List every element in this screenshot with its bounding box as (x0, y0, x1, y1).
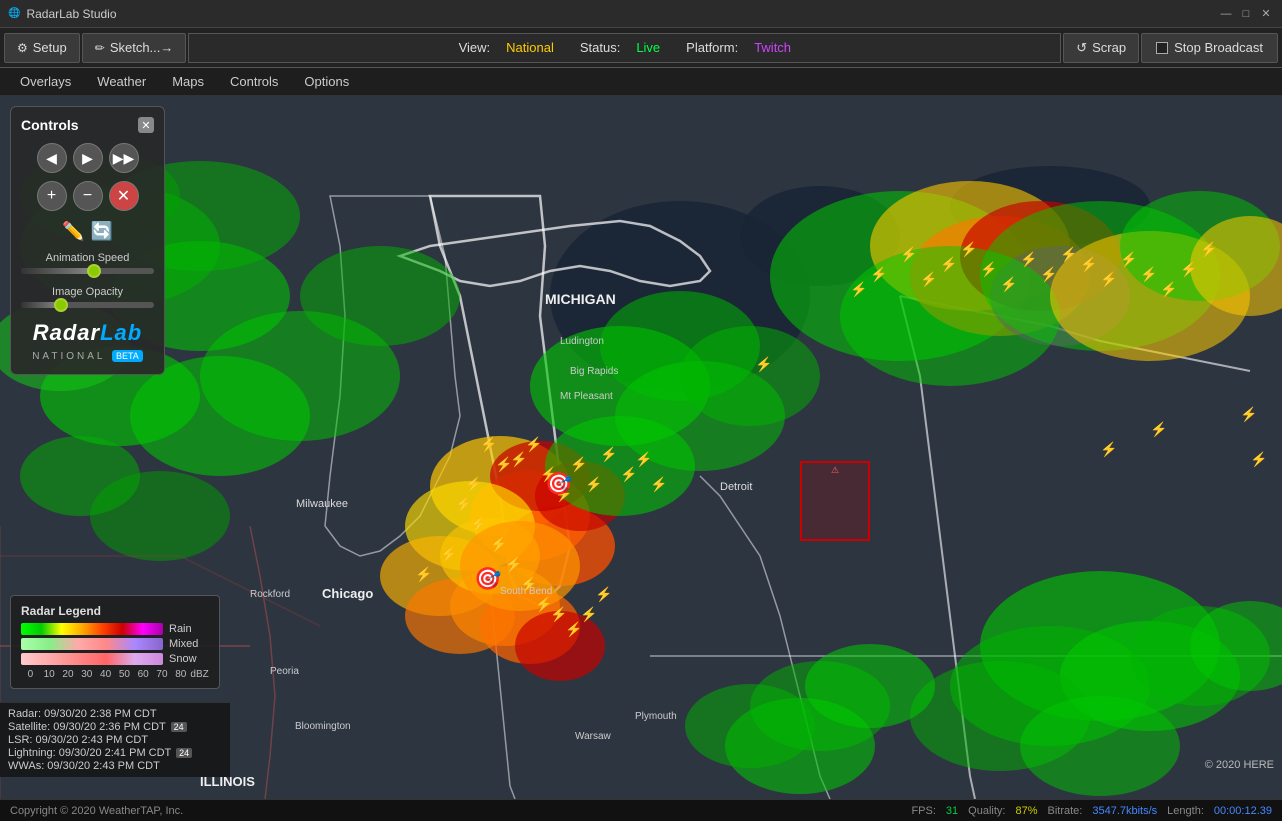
sketch-button[interactable]: ✏ Sketch...→ (82, 33, 187, 63)
platform-label: Platform: (686, 40, 738, 55)
play-button[interactable]: ▶ (73, 143, 103, 173)
fps-label: FPS: (911, 805, 935, 817)
opacity-thumb[interactable] (54, 298, 68, 312)
warning-box: ⚠ (800, 461, 870, 541)
map-background[interactable]: ⚡ ⚡ ⚡ ⚡ ⚡ ⚡ ⚡ ⚡ ⚡ ⚡ ⚡ ⚡ ⚡ ⚡ ⚡ ⚡ ⚡ ⚡ ⚡ ⚡ … (0, 96, 1282, 799)
stop-broadcast-button[interactable]: Stop Broadcast (1141, 33, 1278, 63)
logo-radar-text: Radar (33, 320, 100, 345)
logo-beta-badge: BETA (112, 350, 143, 362)
legend-rain-row: Rain (21, 623, 209, 635)
legend-title: Radar Legend (21, 604, 209, 618)
view-value: National (506, 40, 554, 55)
speed-thumb[interactable] (87, 264, 101, 278)
mixed-label: Mixed (169, 638, 209, 650)
radar-legend: Radar Legend Rain Mixed Snow 0 10 20 30 … (10, 595, 220, 689)
lightning-timestamp: Lightning: 09/30/20 2:41 PM CDT 24 (8, 747, 222, 759)
menu-overlays[interactable]: Overlays (8, 71, 83, 92)
rain-bar (21, 623, 163, 635)
app-title: RadarLab Studio (26, 7, 116, 21)
toolbar-info: View: National Status: Live Platform: Tw… (188, 33, 1061, 63)
title-bar-left: 🌐 RadarLab Studio (8, 7, 117, 21)
legend-mixed-row: Mixed (21, 638, 209, 650)
radar-timestamp: Radar: 09/30/20 2:38 PM CDT (8, 708, 222, 720)
close-button[interactable]: ✕ (1258, 6, 1274, 22)
bottom-bar: Copyright © 2020 WeatherTAP, Inc. FPS: 3… (0, 799, 1282, 821)
gear-icon: ⚙ (17, 41, 28, 55)
minimize-button[interactable]: — (1218, 6, 1234, 22)
zoom-reset-button[interactable]: ✕ (109, 181, 139, 211)
speed-slider[interactable] (21, 268, 154, 274)
menu-options[interactable]: Options (292, 71, 361, 92)
wwas-timestamp: WWAs: 09/30/20 2:43 PM CDT (8, 760, 222, 772)
prev-frame-button[interactable]: ◀ (37, 143, 67, 173)
rain-label: Rain (169, 623, 209, 635)
bitrate-label: Bitrate: (1047, 805, 1082, 817)
setup-button[interactable]: ⚙ Setup (4, 33, 80, 63)
maximize-button[interactable]: □ (1238, 6, 1254, 22)
legend-snow-row: Snow (21, 653, 209, 665)
title-bar-controls: — □ ✕ (1218, 6, 1274, 22)
legend-scale: 0 10 20 30 40 50 60 70 80 dBZ (21, 669, 209, 680)
zoom-controls: + − ✕ (21, 181, 154, 211)
scrap-button[interactable]: ↺ Scrap (1063, 33, 1139, 63)
opacity-slider[interactable] (21, 302, 154, 308)
snow-label: Snow (169, 653, 209, 665)
title-bar: 🌐 RadarLab Studio — □ ✕ (0, 0, 1282, 28)
status-value: Live (636, 40, 660, 55)
playback-controls: ◀ ▶ ▶▶ (21, 143, 154, 173)
snow-bar (21, 653, 163, 665)
logo-national-text: NATIONAL (32, 351, 105, 362)
status-label: Status: (580, 40, 620, 55)
platform-value: Twitch (754, 40, 791, 55)
pencil-icon[interactable]: ✏️ (62, 221, 84, 242)
pencil-icon: ✏ (95, 41, 105, 55)
main-content: ⚡ ⚡ ⚡ ⚡ ⚡ ⚡ ⚡ ⚡ ⚡ ⚡ ⚡ ⚡ ⚡ ⚡ ⚡ ⚡ ⚡ ⚡ ⚡ ⚡ … (0, 96, 1282, 799)
app-icon: 🌐 (8, 8, 20, 19)
view-label: View: (459, 40, 491, 55)
length-value: 00:00:12.39 (1214, 805, 1272, 817)
terrain-layer (0, 96, 1282, 799)
refresh-icon[interactable]: 🔄 (91, 221, 113, 242)
speed-label: Animation Speed (21, 252, 154, 264)
copyright-text: Copyright © 2020 WeatherTAP, Inc. (10, 805, 183, 817)
scrap-icon: ↺ (1076, 40, 1087, 56)
controls-title: Controls ✕ (21, 117, 154, 133)
controls-close-button[interactable]: ✕ (138, 117, 154, 133)
menu-controls[interactable]: Controls (218, 71, 290, 92)
zoom-in-button[interactable]: + (37, 181, 67, 211)
toolbar: ⚙ Setup ✏ Sketch...→ View: National Stat… (0, 28, 1282, 68)
logo-lab-text: Lab (100, 320, 142, 345)
stats-right: FPS: 31 Quality: 87% Bitrate: 3547.7kbit… (911, 805, 1272, 817)
opacity-label: Image Opacity (21, 286, 154, 298)
radarlab-logo: RadarLab NATIONAL BETA (21, 320, 154, 364)
zoom-out-button[interactable]: − (73, 181, 103, 211)
menu-bar: Overlays Weather Maps Controls Options (0, 68, 1282, 96)
map-copyright: © 2020 HERE (1205, 759, 1274, 771)
controls-panel: Controls ✕ ◀ ▶ ▶▶ + − ✕ ✏️ 🔄 Animation S… (10, 106, 165, 375)
fps-value: 31 (946, 805, 958, 817)
edit-controls: ✏️ 🔄 (21, 221, 154, 242)
menu-maps[interactable]: Maps (160, 71, 216, 92)
length-label: Length: (1167, 805, 1204, 817)
quality-value: 87% (1015, 805, 1037, 817)
quality-label: Quality: (968, 805, 1005, 817)
next-frame-button[interactable]: ▶▶ (109, 143, 139, 173)
status-timestamps: Radar: 09/30/20 2:38 PM CDT Satellite: 0… (0, 702, 230, 777)
storm-cell-icon: 🎯 (545, 471, 572, 497)
menu-weather[interactable]: Weather (85, 71, 158, 92)
satellite-timestamp: Satellite: 09/30/20 2:36 PM CDT 24 (8, 721, 222, 733)
bitrate-value: 3547.7kbits/s (1092, 805, 1157, 817)
lsr-timestamp: LSR: 09/30/20 2:43 PM CDT (8, 734, 222, 746)
mixed-bar (21, 638, 163, 650)
broadcast-checkbox[interactable] (1156, 42, 1168, 54)
storm-cell-icon: 🎯 (474, 566, 501, 592)
